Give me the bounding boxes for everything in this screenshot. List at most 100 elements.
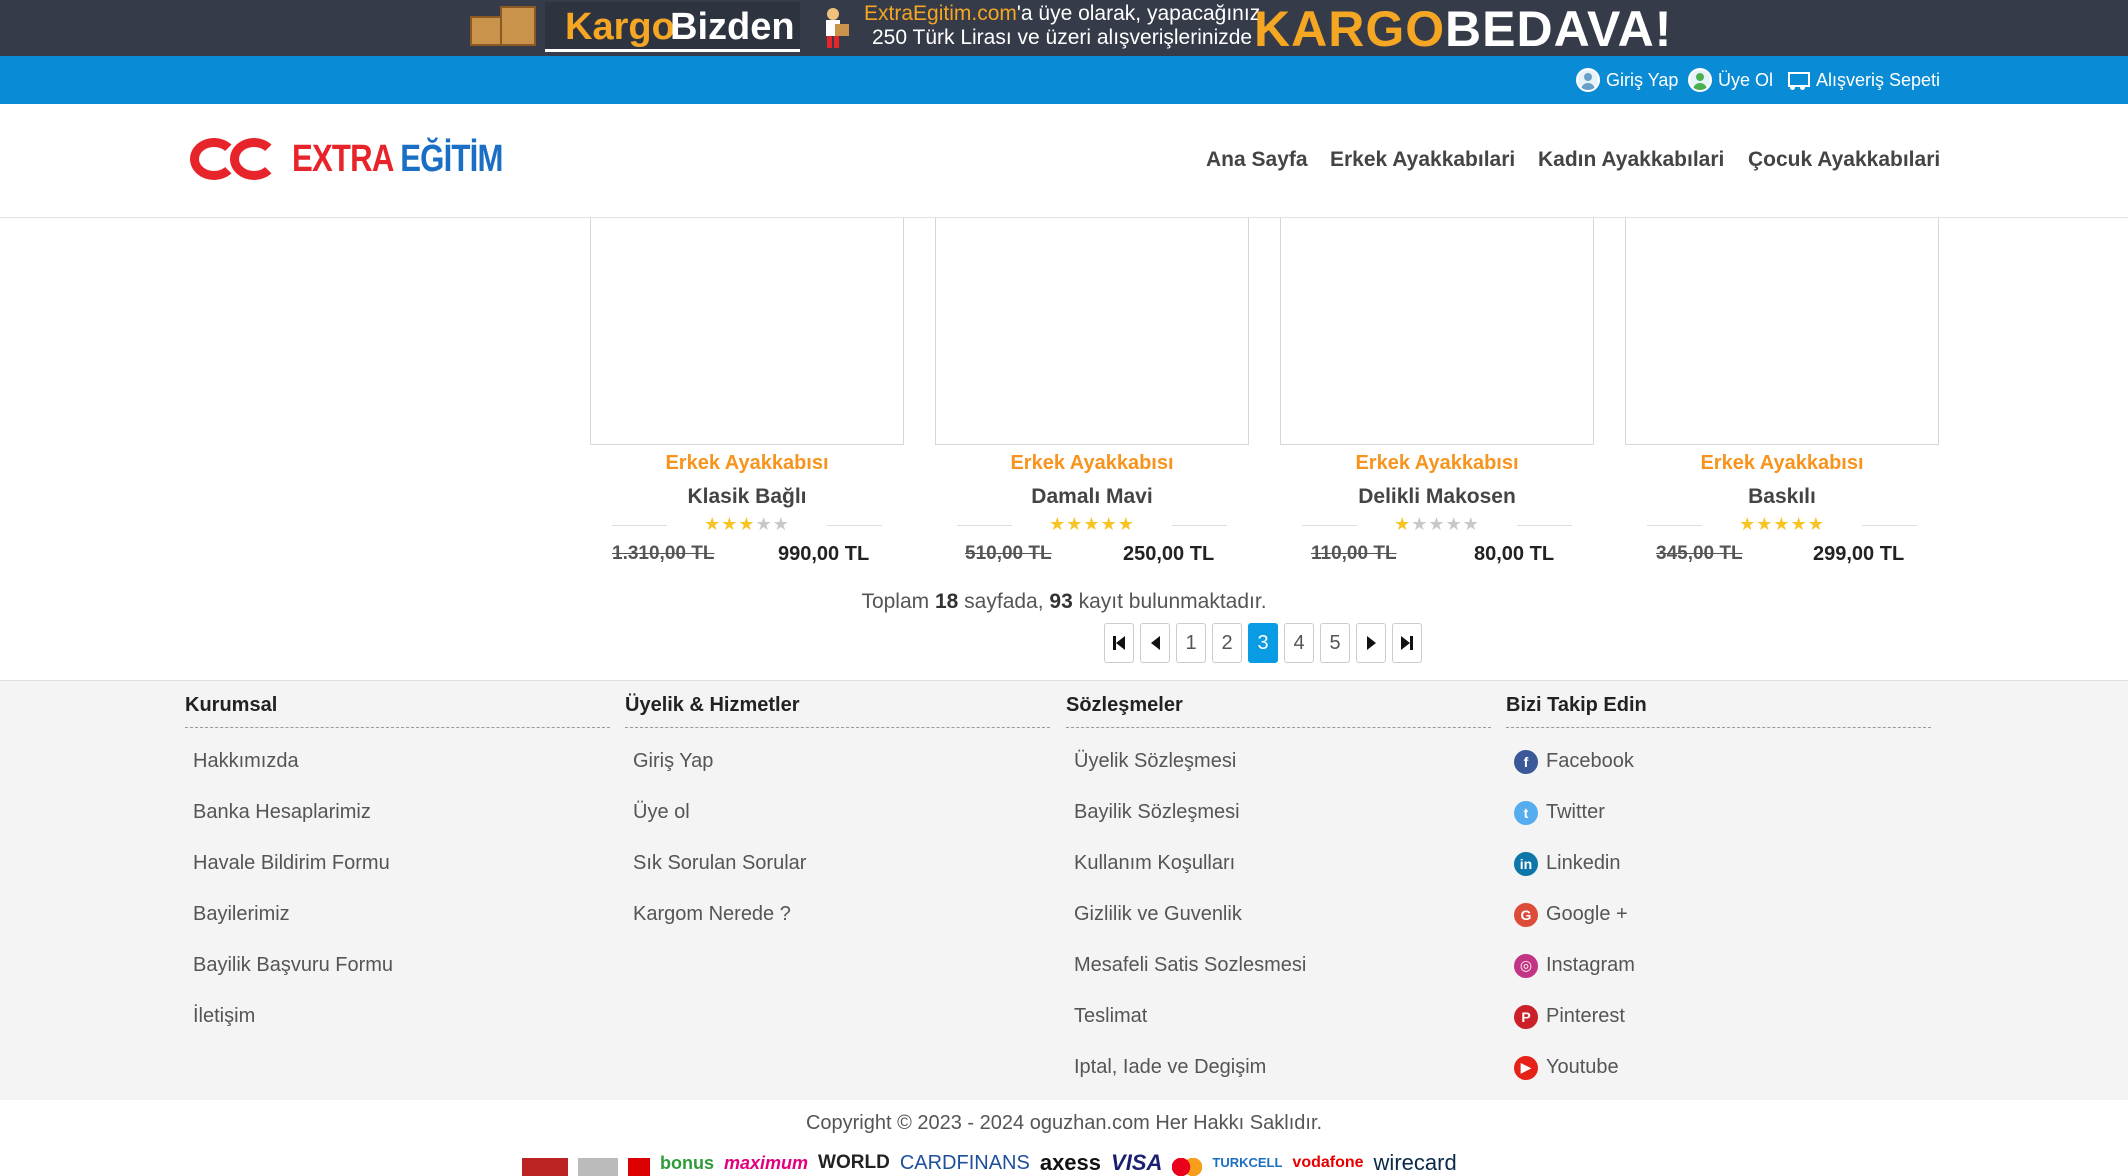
banner-text-line1: ExtraEgitim.com'a üye olarak, yapacağını… <box>864 2 1261 25</box>
old-price: 345,00 TL <box>1656 543 1743 564</box>
nav-erkek-ayakkabilari[interactable]: Erkek Ayakkabılari <box>1330 148 1515 172</box>
rating-stars-icon: ★★★★★ <box>704 514 790 534</box>
footer-link[interactable]: Iptal, Iade ve Degişim <box>1066 1042 1491 1093</box>
product-category[interactable]: Erkek Ayakkabısı <box>1280 452 1594 475</box>
last-page-button[interactable] <box>1392 623 1422 663</box>
price: 990,00 TL <box>778 543 870 565</box>
cart-label: Alışveriş Sepeti <box>1816 69 1941 90</box>
footer-link[interactable]: Giriş Yap <box>625 736 1050 787</box>
footer-link[interactable]: Mesafeli Satis Sozlesmesi <box>1066 940 1491 991</box>
nav-cocuk-ayakkabilari[interactable]: Çocuk Ayakkabılari <box>1748 148 1940 172</box>
footer-link[interactable]: Bayilik Sözleşmesi <box>1066 787 1491 838</box>
nav-kadin-ayakkabilari[interactable]: Kadın Ayakkabılari <box>1538 148 1724 172</box>
nav-ana-sayfa[interactable]: Ana Sayfa <box>1206 148 1308 172</box>
page-button[interactable]: 4 <box>1284 623 1314 663</box>
social-link-google-plus[interactable]: G Google + <box>1506 889 1931 940</box>
product-rating: ★★★★★ <box>1625 514 1939 536</box>
footer-link[interactable]: Bayilik Başvuru Formu <box>185 940 610 991</box>
old-price: 510,00 TL <box>965 543 1052 564</box>
box-icon <box>470 16 504 46</box>
banner-text-line2: 250 Türk Lirası ve üzeri alışverişlerini… <box>872 26 1253 49</box>
facebook-icon: f <box>1514 749 1538 774</box>
product-name[interactable]: Delikli Makosen <box>1280 485 1594 509</box>
social-link-linkedin[interactable]: in Linkedin <box>1506 838 1931 889</box>
youtube-icon: ▶ <box>1514 1055 1538 1080</box>
login-link[interactable]: Giriş Yap <box>1576 66 1678 94</box>
footer-link[interactable]: Banka Hesaplarimiz <box>185 787 610 838</box>
banner-bedava: BEDAVA! <box>1445 1 1673 57</box>
prev-page-button[interactable] <box>1140 623 1170 663</box>
old-price: 1.310,00 TL <box>612 543 715 564</box>
social-link-pinterest[interactable]: P Pinterest <box>1506 991 1931 1042</box>
page-button[interactable]: 1 <box>1176 623 1206 663</box>
footer-link[interactable]: Havale Bildirim Formu <box>185 838 610 889</box>
banner-kargo: KARGO <box>1254 1 1446 57</box>
login-label: Giriş Yap <box>1606 69 1679 90</box>
footer-link[interactable]: Kullanım Koşulları <box>1066 838 1491 889</box>
footer-link[interactable]: Sık Sorulan Sorular <box>625 838 1050 889</box>
page-button-active[interactable]: 3 <box>1248 623 1278 663</box>
cart-link[interactable]: Alışveriş Sepeti <box>1784 66 1940 94</box>
product-category[interactable]: Erkek Ayakkabısı <box>935 452 1249 475</box>
footer-link[interactable]: Teslimat <box>1066 991 1491 1042</box>
3d-secure-badge-icon <box>628 1158 650 1176</box>
google-plus-icon: G <box>1514 902 1538 927</box>
cart-icon <box>1784 69 1810 91</box>
footer-column-kurumsal: Kurumsal Hakkımızda Banka Hesaplarimiz H… <box>185 690 610 1042</box>
footer-link[interactable]: İletişim <box>185 991 610 1042</box>
rating-stars-icon: ★★★★★ <box>1049 514 1135 534</box>
payment-logo-vodafone: vodafone <box>1292 1154 1364 1171</box>
footer-column-uyelik: Üyelik & Hizmetler Giriş Yap Üye ol Sık … <box>625 690 1050 940</box>
site-header: EXTRA EĞİTİM Ana Sayfa Erkek Ayakkabılar… <box>0 104 2128 218</box>
site-logo[interactable]: EXTRA EĞİTİM <box>190 134 549 184</box>
footer-column-title: Kurumsal <box>185 690 610 728</box>
social-link-facebook[interactable]: f Facebook <box>1506 736 1931 787</box>
box-icon <box>500 6 536 46</box>
payment-logos: bonus maximum WORLD CARDFINANS axess VIS… <box>522 1146 1612 1176</box>
first-page-button[interactable] <box>1104 623 1134 663</box>
page-button[interactable]: 2 <box>1212 623 1242 663</box>
footer-link[interactable]: Üyelik Sözleşmesi <box>1066 736 1491 787</box>
product-category[interactable]: Erkek Ayakkabısı <box>1625 452 1939 475</box>
product-name[interactable]: Damalı Mavi <box>935 485 1249 509</box>
footer-link[interactable]: Kargom Nerede ? <box>625 889 1050 940</box>
linkedin-icon: in <box>1514 851 1538 876</box>
payment-logo-maximum: maximum <box>724 1153 809 1173</box>
footer-column-title: Sözleşmeler <box>1066 690 1491 728</box>
logo-mark-icon <box>190 134 282 184</box>
prev-page-icon <box>1150 636 1160 650</box>
footer-column-sozlesmeler: Sözleşmeler Üyelik Sözleşmesi Bayilik Sö… <box>1066 690 1491 1093</box>
register-link[interactable]: Üye Ol <box>1688 66 1773 94</box>
product-rating: ★★★★★ <box>935 514 1249 536</box>
social-link-instagram[interactable]: ◎ Instagram <box>1506 940 1931 991</box>
register-label: Üye Ol <box>1718 69 1774 90</box>
product-category[interactable]: Erkek Ayakkabısı <box>590 452 904 475</box>
footer-link[interactable]: Üye ol <box>625 787 1050 838</box>
total-records-text: Toplam 18 sayfada, 93 kayıt bulunmaktadı… <box>861 590 1267 613</box>
product-rating: ★★★★★ <box>1280 514 1594 536</box>
next-page-button[interactable] <box>1356 623 1386 663</box>
last-page-icon <box>1401 636 1410 650</box>
footer-column-social: Bizi Takip Edin f Facebook t Twitter in Lin… <box>1506 690 1931 1093</box>
payment-logo-cardfinans: CARDFINANS <box>899 1152 1030 1174</box>
kargobizden-logo: Kargo Bizden <box>545 2 800 52</box>
product-name[interactable]: Baskılı <box>1625 485 1939 509</box>
footer-link[interactable]: Hakkımızda <box>185 736 610 787</box>
footer-link[interactable]: Bayilerimiz <box>185 889 610 940</box>
old-price: 110,00 TL <box>1311 543 1397 564</box>
promo-banner[interactable]: Kargo Bizden ExtraEgitim.com'a üye olara… <box>0 0 2128 57</box>
footer-link[interactable]: Gizlilik ve Guvenlik <box>1066 889 1491 940</box>
courier-icon <box>826 8 849 48</box>
price: 299,00 TL <box>1813 543 1905 565</box>
brand-kargo: Kargo <box>565 6 675 48</box>
social-link-youtube[interactable]: ▶ Youtube <box>1506 1042 1931 1093</box>
page-button[interactable]: 5 <box>1320 623 1350 663</box>
instagram-icon: ◎ <box>1514 953 1538 978</box>
rating-stars-icon: ★★★★★ <box>1739 514 1825 534</box>
product-name[interactable]: Klasik Bağlı <box>590 485 904 509</box>
social-link-twitter[interactable]: t Twitter <box>1506 787 1931 838</box>
copyright-text: Copyright © 2023 - 2024 oguzhan.com Her … <box>805 1112 1323 1134</box>
brand-bizden: Bizden <box>670 6 795 48</box>
payment-logo-world: WORLD <box>818 1152 890 1173</box>
top-bar: Giriş Yap Üye Ol Alışveriş Sepeti <box>0 56 2128 104</box>
